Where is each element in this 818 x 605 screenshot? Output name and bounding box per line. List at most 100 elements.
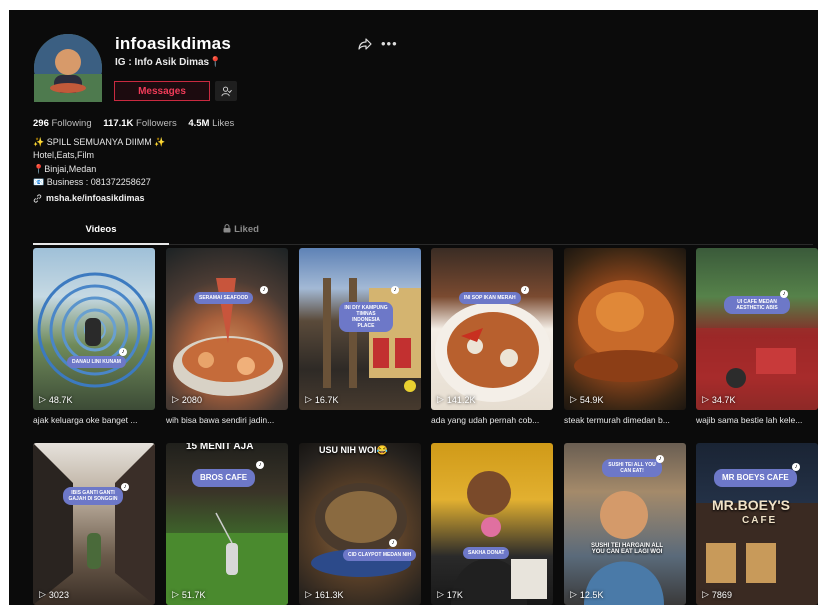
video-tag: SUSHI TEI ALL YOU CAN EAT! (602, 459, 662, 477)
view-count-text: 161.3K (314, 589, 344, 600)
view-count: ▷ 51.7K (172, 589, 205, 600)
video-card[interactable]: SERAMAI SEAFOOD ♪ ▷ 2080 wih bisa bawa se… (166, 248, 288, 425)
view-count-text: 3023 (48, 589, 69, 600)
play-icon: ▷ (570, 589, 577, 599)
video-card[interactable]: INI SOP IKAN MERAH ♪ ▷ 141.2K ada yang ud… (431, 248, 553, 425)
bio-line: 📧 Business : 081372258627 (33, 177, 151, 188)
video-card[interactable]: ▷ 54.9K steak termurah dimedan b... (564, 248, 686, 425)
video-tag: BROS CAFE (192, 469, 256, 487)
bio: ✨ SPILL SEMUANYA DIIMM ✨ Hotel,Eats,Film… (33, 136, 165, 190)
tiktok-icon: ♪ (780, 290, 788, 298)
video-tag: INI DIY KAMPUNG TIMNAS INDONESIA PLACE (339, 302, 393, 332)
cafe-illustration (696, 328, 818, 410)
video-card[interactable]: MR BOEYS CAFE ♪ MR.BOEY'S CAFE ▷ 7869 (696, 443, 818, 605)
play-icon: ▷ (437, 589, 444, 599)
video-subtitle-overlay: SUSHI TEI HARGAIN ALL YOU CAN EAT LAGI W… (590, 543, 664, 555)
soup-illustration (435, 302, 551, 402)
view-count: ▷ 54.9K (570, 394, 603, 405)
seafood-illustration (173, 278, 283, 396)
video-card[interactable]: SUSHI TEI ALL YOU CAN EAT! ♪ SUSHI TEI H… (564, 443, 686, 605)
play-icon: ▷ (39, 589, 46, 599)
video-tag: SERAMAI SEAFOOD (194, 292, 254, 304)
tab-liked[interactable]: Liked (173, 222, 309, 243)
bio-link-text: msha.ke/infoasikdimas (46, 193, 145, 203)
video-caption: ajak keluarga oke banget ... (33, 415, 138, 425)
user-check-icon (220, 86, 232, 96)
play-icon: ▷ (570, 394, 577, 404)
tiktok-icon: ♪ (656, 455, 664, 463)
view-count-text: 48.7K (48, 394, 73, 405)
play-icon: ▷ (172, 589, 179, 599)
video-card[interactable]: USU NIH WOI😂 CID CLAYPOT MEDAN NIH ♪ ▷ 16… (299, 443, 421, 605)
view-count-text: 141.2K (446, 394, 476, 405)
play-icon: ▷ (39, 394, 46, 404)
play-icon: ▷ (437, 394, 444, 404)
followers-count: 117.1K (103, 118, 134, 129)
view-count-text: 17K (446, 589, 463, 600)
view-count-text: 16.7K (314, 394, 339, 405)
play-icon: ▷ (305, 589, 312, 599)
bio-line: 📍Binjai,Medan (33, 163, 97, 174)
play-icon: ▷ (305, 394, 312, 404)
view-count: ▷ 16.7K (305, 394, 338, 405)
video-title-overlay: 15 MENIT AJA (186, 443, 254, 452)
followers-stat[interactable]: 117.1K Followers (103, 118, 176, 129)
profile-subtitle: IG : Info Asik Dimas📍 (115, 57, 222, 68)
steak-illustration (574, 280, 678, 382)
video-card[interactable]: SAKHA DONAT ▷ 17K (431, 443, 553, 605)
video-caption: wajib sama bestie lah kele... (696, 415, 803, 425)
follow-toggle-button[interactable] (215, 81, 237, 101)
golf-illustration (166, 512, 288, 605)
video-tag: INI SOP IKAN MERAH (459, 292, 521, 304)
view-count-text: 51.7K (181, 589, 206, 600)
tiktok-icon: ♪ (389, 539, 397, 547)
link-icon (33, 193, 42, 203)
video-caption: steak termurah dimedan b... (564, 415, 670, 425)
tiktok-icon: ♪ (792, 463, 800, 471)
video-tag: CID CLAYPOT MEDAN NIH (343, 549, 417, 561)
video-card[interactable]: IBIS GANTI GANTI GAJAH DI SONGGIN ♪ ▷ 302… (33, 443, 155, 605)
likes-label: Likes (212, 118, 235, 129)
view-count: ▷ 17K (437, 589, 463, 600)
avatar[interactable] (34, 34, 102, 102)
video-card[interactable]: UI CAFE MEDAN AESTHETIC ABIS ♪ ▷ 34.7K wa… (696, 248, 818, 425)
video-thumbnail: DANAU LINI KUNAM ♪ ▷ 48.7K (33, 248, 155, 410)
video-thumbnail: MR BOEYS CAFE ♪ MR.BOEY'S CAFE ▷ 7869 (696, 443, 818, 605)
video-tag: UI CAFE MEDAN AESTHETIC ABIS (724, 296, 790, 314)
hallway-illustration (33, 443, 155, 605)
username: infoasikdimas (115, 34, 231, 53)
likes-stat: 4.5M Likes (188, 118, 234, 129)
video-thumbnail: IBIS GANTI GANTI GAJAH DI SONGGIN ♪ ▷ 302… (33, 443, 155, 605)
tiktok-icon: ♪ (391, 286, 399, 294)
video-tag: DANAU LINI KUNAM (67, 356, 126, 368)
view-count: ▷ 3023 (39, 589, 69, 600)
more-options-icon[interactable]: ••• (381, 36, 398, 51)
video-caption: ada yang udah pernah cob... (431, 415, 540, 425)
tab-liked-label: Liked (234, 224, 259, 235)
tiktok-icon: ♪ (256, 461, 264, 469)
tiktok-icon: ♪ (119, 348, 127, 356)
tab-videos[interactable]: Videos (33, 222, 169, 245)
video-tag: SAKHA DONAT (463, 547, 510, 559)
view-count-text: 34.7K (711, 394, 736, 405)
messages-button[interactable]: Messages (114, 81, 210, 101)
play-icon: ▷ (702, 394, 709, 404)
tiktok-icon: ♪ (521, 286, 529, 294)
followers-label: Followers (136, 118, 177, 129)
following-stat[interactable]: 296 Following (33, 118, 92, 129)
bio-line: ✨ SPILL SEMUANYA DIIMM ✨ (33, 137, 166, 147)
view-count: ▷ 34.7K (702, 394, 735, 405)
video-card[interactable]: DANAU LINI KUNAM ♪ ▷ 48.7K ajak keluarga … (33, 248, 155, 425)
view-count-text: 7869 (711, 589, 732, 600)
share-icon[interactable] (358, 38, 372, 50)
bio-link[interactable]: msha.ke/infoasikdimas (33, 193, 145, 203)
video-card[interactable]: 15 MENIT AJA BROS CAFE ♪ ▷ 51.7K (166, 443, 288, 605)
video-tag: MR BOEYS CAFE (714, 469, 797, 487)
profile-stats: 296 Following 117.1K Followers 4.5M Like… (33, 118, 243, 129)
person-donut-illustration (451, 471, 547, 605)
video-thumbnail: 15 MENIT AJA BROS CAFE ♪ ▷ 51.7K (166, 443, 288, 605)
view-count: ▷ 7869 (702, 589, 732, 600)
video-caption: wih bisa bawa sendiri jadin... (166, 415, 275, 425)
video-card[interactable]: INI DIY KAMPUNG TIMNAS INDONESIA PLACE ♪… (299, 248, 421, 415)
video-thumbnail: INI DIY KAMPUNG TIMNAS INDONESIA PLACE ♪… (299, 248, 421, 410)
